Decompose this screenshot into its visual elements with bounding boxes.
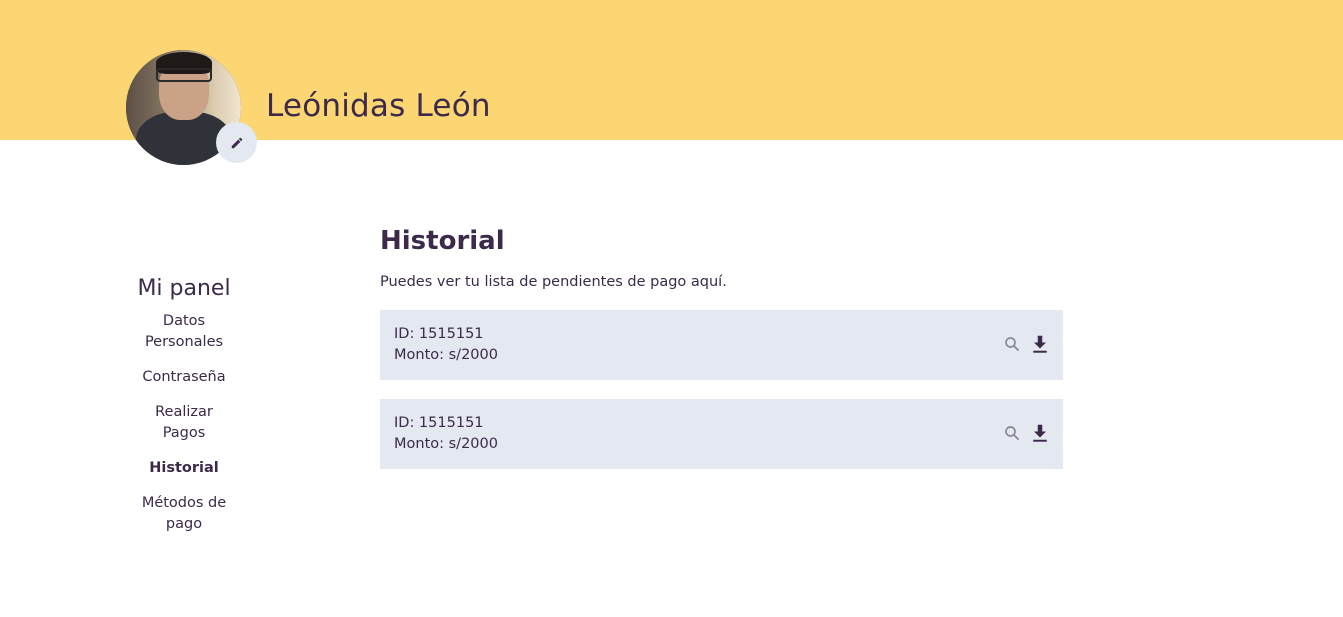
search-icon[interactable] <box>1003 334 1021 354</box>
pencil-icon <box>231 137 242 148</box>
user-name: Leónidas León <box>266 88 491 124</box>
search-icon[interactable] <box>1003 423 1021 443</box>
record-list: ID: 1515151 Monto: s/2000 ID: 1515151 Mo… <box>380 310 1063 469</box>
page-title: Historial <box>380 226 505 256</box>
sidebar-item-contrasena[interactable]: Contraseña <box>134 367 234 388</box>
main-content: Historial Puedes ver tu lista de pendien… <box>380 226 1063 469</box>
record-id: ID: 1515151 <box>394 326 484 342</box>
sidebar-item-datos-personales[interactable]: Datos Personales <box>134 311 234 353</box>
list-item: ID: 1515151 Monto: s/2000 <box>380 310 1063 380</box>
sidebar: Mi panel Datos Personales Contraseña Rea… <box>120 276 248 549</box>
edit-avatar-button[interactable] <box>216 122 257 163</box>
sidebar-title: Mi panel <box>137 276 231 301</box>
record-amount: Monto: s/2000 <box>394 347 498 363</box>
download-icon[interactable] <box>1031 334 1049 354</box>
list-item: ID: 1515151 Monto: s/2000 <box>380 399 1063 469</box>
page-description: Puedes ver tu lista de pendientes de pag… <box>380 274 727 290</box>
sidebar-item-historial[interactable]: Historial <box>134 458 234 479</box>
sidebar-item-realizar-pagos[interactable]: Realizar Pagos <box>134 402 234 444</box>
record-amount: Monto: s/2000 <box>394 436 498 452</box>
sidebar-item-metodos-de-pago[interactable]: Métodos de pago <box>134 493 234 535</box>
download-icon[interactable] <box>1031 423 1049 443</box>
record-id: ID: 1515151 <box>394 415 484 431</box>
